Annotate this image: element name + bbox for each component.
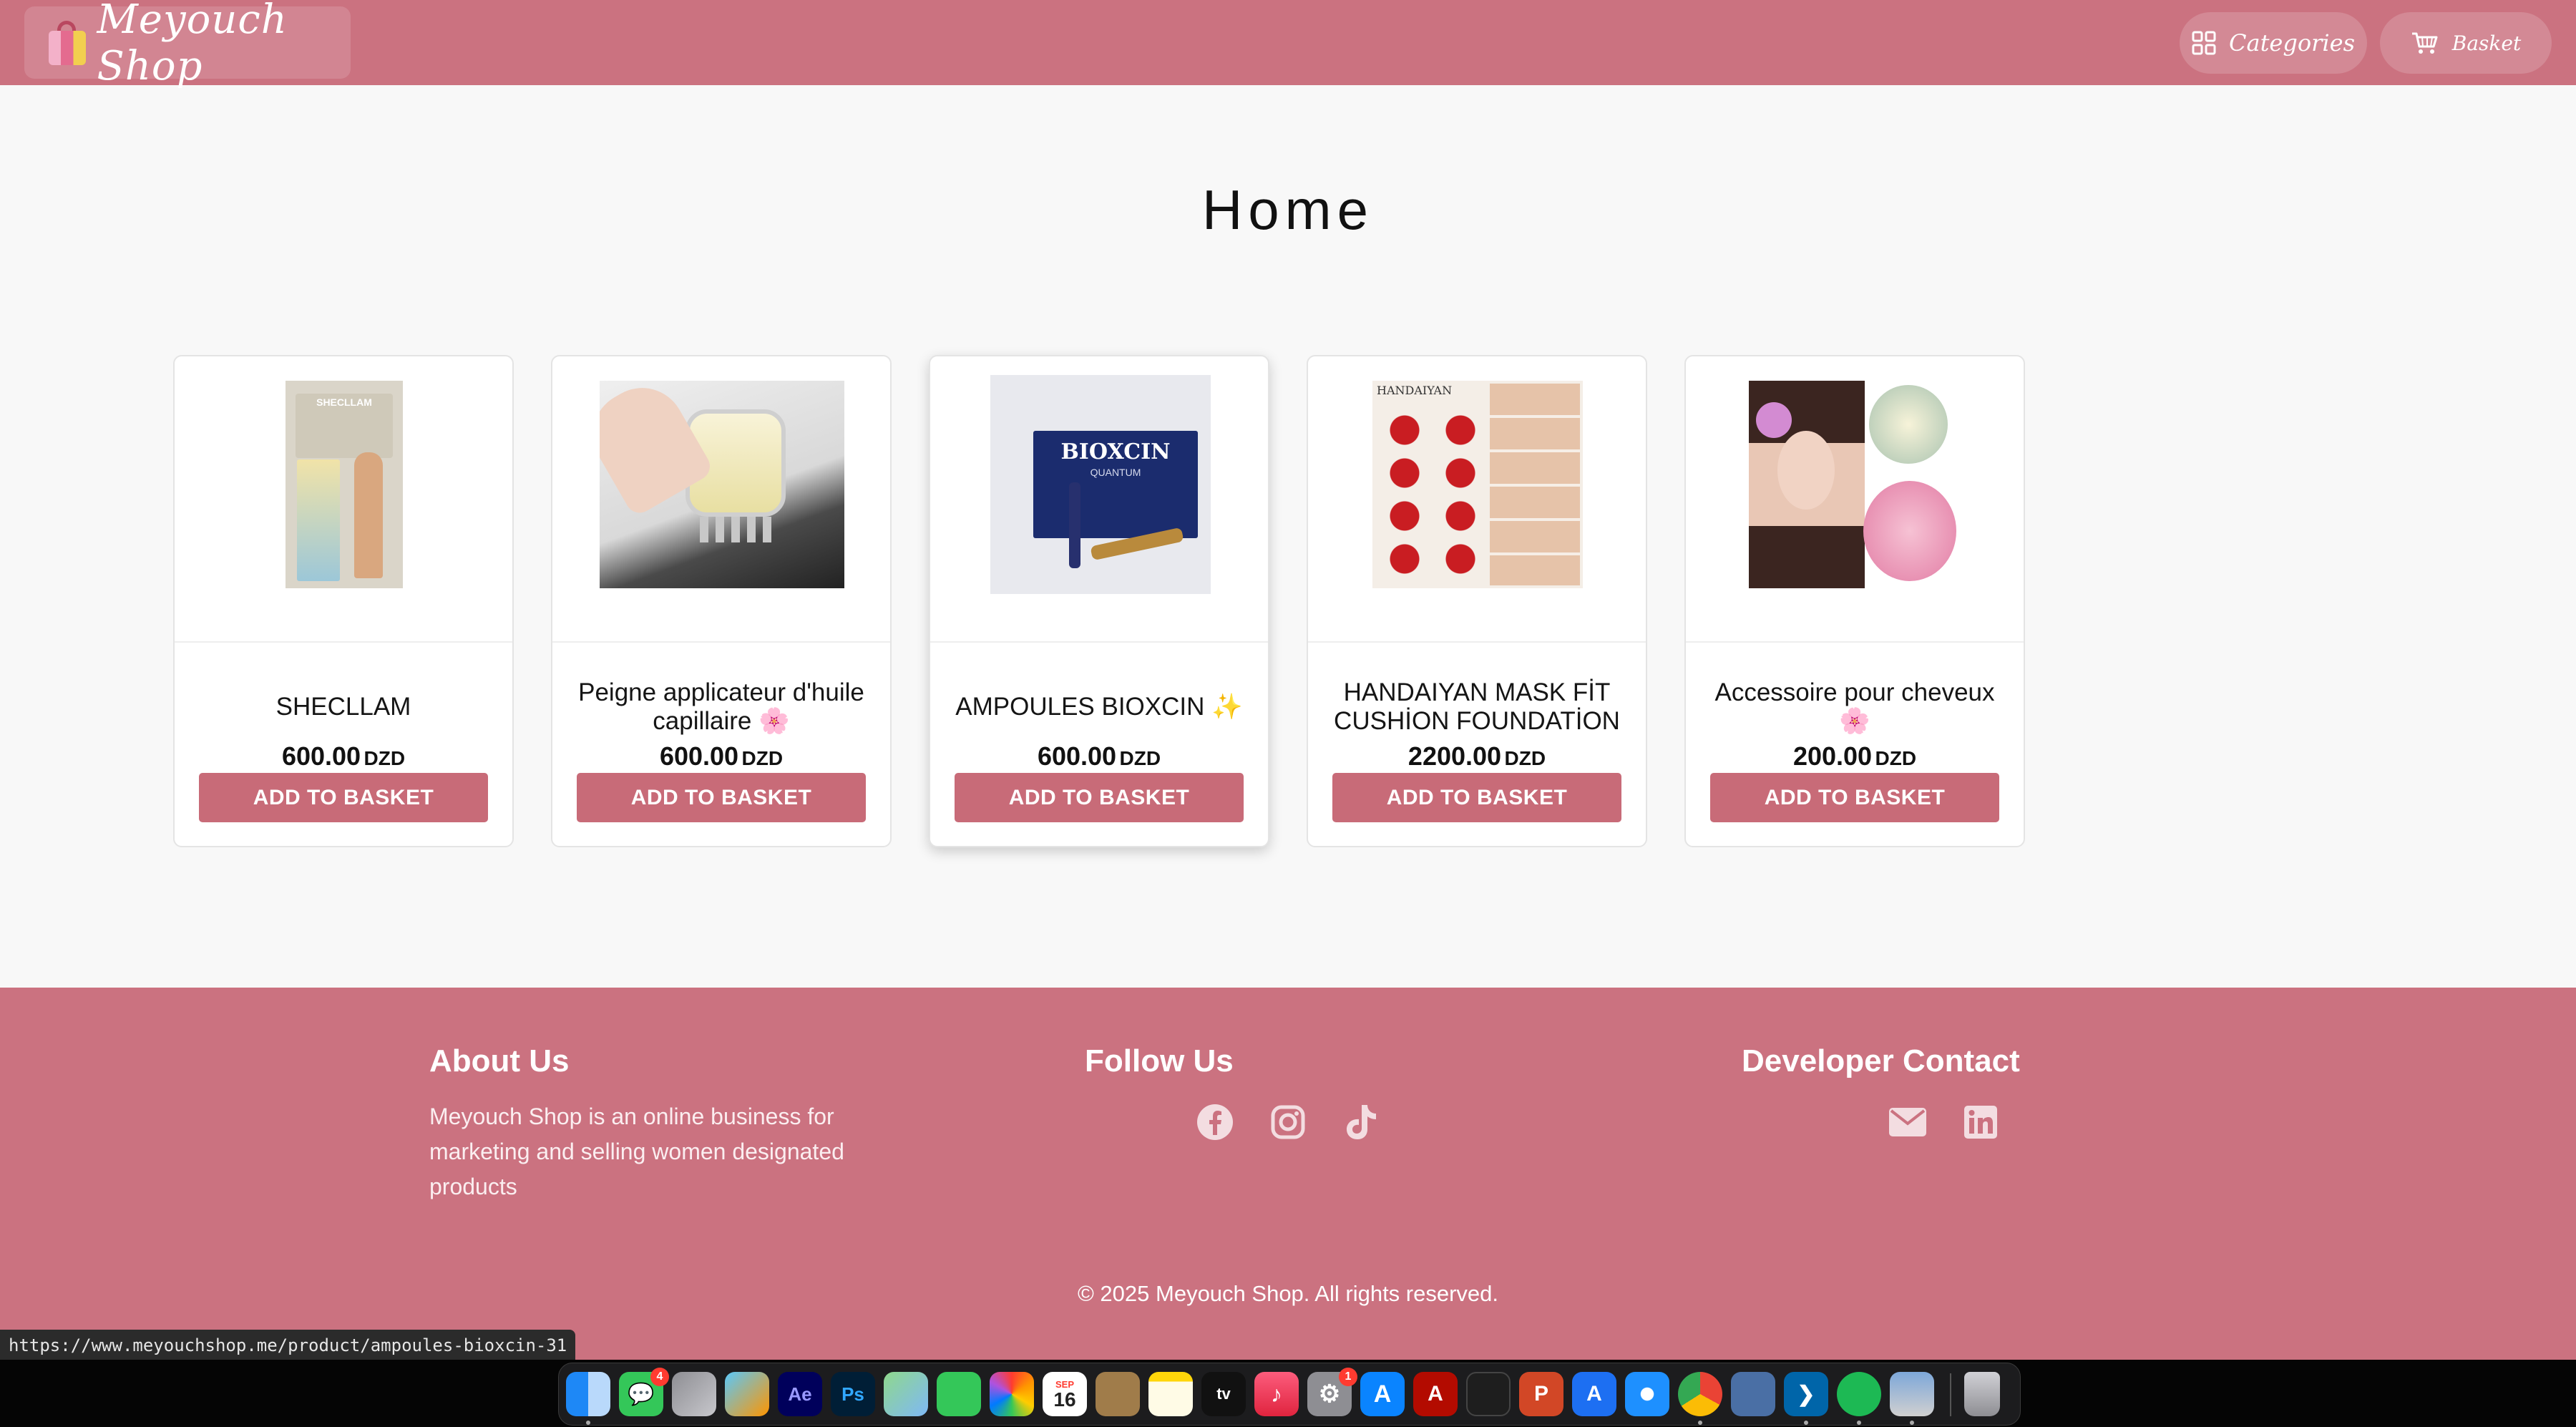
categories-button[interactable]: Categories bbox=[2180, 12, 2367, 74]
vscode-icon[interactable]: ❯ bbox=[1784, 1372, 1828, 1416]
macos-dock: 💬 4 Ae Ps SEP 16 tv ♪ ⚙ 1 A A P A ❯ bbox=[558, 1363, 2021, 1426]
shop-logo[interactable]: Meyouch Shop bbox=[24, 0, 351, 89]
tiktok-icon[interactable] bbox=[1341, 1102, 1381, 1142]
trash-icon[interactable] bbox=[1964, 1372, 2000, 1416]
link-preview-url: https://www.meyouchshop.me/product/ampou… bbox=[0, 1330, 576, 1361]
product-image-handaiyan[interactable]: HANDAIYAN bbox=[1372, 381, 1583, 588]
product-image-area[interactable] bbox=[552, 356, 890, 643]
product-image-shecllam[interactable]: SHECLLAM bbox=[286, 381, 403, 588]
xcode-icon[interactable] bbox=[1731, 1372, 1775, 1416]
add-to-basket-button[interactable]: ADD TO BASKET bbox=[955, 773, 1244, 822]
after-effects-icon[interactable]: Ae bbox=[778, 1372, 822, 1416]
add-to-basket-button[interactable]: ADD TO BASKET bbox=[199, 773, 488, 822]
calendar-icon[interactable]: SEP 16 bbox=[1043, 1372, 1087, 1416]
facetime-icon[interactable] bbox=[937, 1372, 981, 1416]
about-text: Meyouch Shop is an online business for m… bbox=[429, 1104, 844, 1199]
spotify-icon[interactable] bbox=[1837, 1372, 1881, 1416]
product-image-area[interactable]: SHECLLAM bbox=[175, 356, 512, 643]
footer: About Us Meyouch Shop is an online busin… bbox=[0, 988, 2576, 1360]
product-image-area[interactable]: BIOXCIN QUANTUM bbox=[930, 356, 1268, 643]
product-name[interactable]: SHECLLAM bbox=[196, 664, 491, 750]
product-image-bioxcin[interactable]: BIOXCIN QUANTUM bbox=[990, 375, 1211, 594]
launchpad-icon[interactable] bbox=[672, 1372, 716, 1416]
iphone-mirroring-icon[interactable] bbox=[725, 1372, 769, 1416]
product-image-hair-accessory[interactable] bbox=[1749, 381, 1963, 588]
notification-badge: 4 bbox=[650, 1368, 669, 1386]
running-indicator bbox=[1804, 1421, 1808, 1425]
add-to-basket-button[interactable]: ADD TO BASKET bbox=[1710, 773, 1999, 822]
product-card[interactable]: BIOXCIN QUANTUM AMPOULES BIOXCIN ✨ 600.0… bbox=[929, 355, 1269, 847]
product-name[interactable]: HANDAIYAN MASK FİT CUSHİON FOUNDATİON bbox=[1330, 664, 1624, 750]
contacts-icon[interactable] bbox=[1096, 1372, 1140, 1416]
chrome-icon[interactable] bbox=[1678, 1372, 1722, 1416]
product-image-area[interactable] bbox=[1686, 356, 2024, 643]
photoshop-icon[interactable]: Ps bbox=[831, 1372, 875, 1416]
instagram-icon[interactable] bbox=[1268, 1102, 1308, 1142]
product-name[interactable]: Peigne applicateur d'huile capillaire 🌸 bbox=[574, 664, 869, 750]
product-name[interactable]: AMPOULES BIOXCIN ✨ bbox=[952, 664, 1246, 750]
product-image-comb[interactable] bbox=[600, 381, 844, 588]
powerpoint-icon[interactable]: P bbox=[1519, 1372, 1563, 1416]
system-settings-icon[interactable]: ⚙ 1 bbox=[1307, 1368, 1357, 1416]
xcode-instruments-icon[interactable]: A bbox=[1572, 1372, 1616, 1416]
facebook-icon[interactable] bbox=[1195, 1102, 1235, 1142]
running-indicator bbox=[586, 1421, 590, 1425]
apple-tv-icon[interactable]: tv bbox=[1201, 1372, 1246, 1416]
product-price: 2200.00 DZD bbox=[1407, 741, 1546, 771]
preview-icon[interactable] bbox=[1890, 1372, 1934, 1416]
music-icon[interactable]: ♪ bbox=[1254, 1372, 1299, 1416]
terminal-icon[interactable] bbox=[1466, 1372, 1511, 1416]
basket-button[interactable]: Basket bbox=[2380, 12, 2552, 74]
photos-icon[interactable] bbox=[990, 1372, 1034, 1416]
product-card[interactable]: HANDAIYAN HANDAIYAN MASK FİT CUSHİON FOU… bbox=[1307, 355, 1647, 847]
cart-icon bbox=[2411, 32, 2438, 54]
product-card[interactable]: SHECLLAM SHECLLAM 600.00 DZD ADD TO BASK… bbox=[173, 355, 514, 847]
running-indicator bbox=[1857, 1421, 1861, 1425]
product-card[interactable]: Peigne applicateur d'huile capillaire 🌸 … bbox=[551, 355, 892, 847]
add-to-basket-button[interactable]: ADD TO BASKET bbox=[577, 773, 866, 822]
running-indicator bbox=[1698, 1421, 1702, 1425]
page-title: Home bbox=[1201, 178, 1375, 241]
follow-title: Follow Us bbox=[1085, 1043, 1234, 1078]
developer-contact-title: Developer Contact bbox=[1742, 1043, 2020, 1078]
basket-label: Basket bbox=[2451, 31, 2522, 55]
product-price: 600.00 DZD bbox=[659, 741, 784, 771]
about-title: About Us bbox=[429, 1043, 570, 1078]
acrobat-icon[interactable]: A bbox=[1413, 1372, 1458, 1416]
product-price: 600.00 DZD bbox=[1037, 741, 1161, 771]
add-to-basket-button[interactable]: ADD TO BASKET bbox=[1332, 773, 1621, 822]
safari-icon[interactable] bbox=[1625, 1372, 1669, 1416]
page-root: Meyouch Shop Categories Basket Home SHEC… bbox=[0, 0, 2576, 1427]
copyright: © 2025 Meyouch Shop. All rights reserved… bbox=[1077, 1281, 1499, 1306]
product-name[interactable]: Accessoire pour cheveux 🌸 bbox=[1707, 664, 2002, 750]
finder-icon[interactable] bbox=[566, 1372, 610, 1416]
grid-icon bbox=[2192, 31, 2216, 55]
product-image-area[interactable]: HANDAIYAN bbox=[1308, 356, 1646, 643]
logo-text: Meyouch Shop bbox=[97, 0, 288, 89]
email-icon[interactable] bbox=[1888, 1102, 1928, 1142]
product-card[interactable]: Accessoire pour cheveux 🌸 200.00 DZD ADD… bbox=[1684, 355, 2025, 847]
messages-icon[interactable]: 💬 4 bbox=[619, 1368, 669, 1416]
maps-icon[interactable] bbox=[884, 1372, 928, 1416]
product-price: 200.00 DZD bbox=[1792, 741, 1917, 771]
shopping-bag-icon bbox=[46, 20, 86, 65]
top-navbar: Meyouch Shop Categories Basket bbox=[0, 0, 2576, 89]
dock-separator bbox=[1950, 1373, 1951, 1416]
running-indicator bbox=[1910, 1421, 1914, 1425]
product-price: 600.00 DZD bbox=[281, 741, 406, 771]
categories-label: Categories bbox=[2229, 29, 2355, 57]
notes-icon[interactable] bbox=[1148, 1372, 1193, 1416]
app-store-icon[interactable]: A bbox=[1360, 1372, 1405, 1416]
linkedin-icon[interactable] bbox=[1961, 1102, 2001, 1142]
notification-badge: 1 bbox=[1339, 1368, 1357, 1386]
